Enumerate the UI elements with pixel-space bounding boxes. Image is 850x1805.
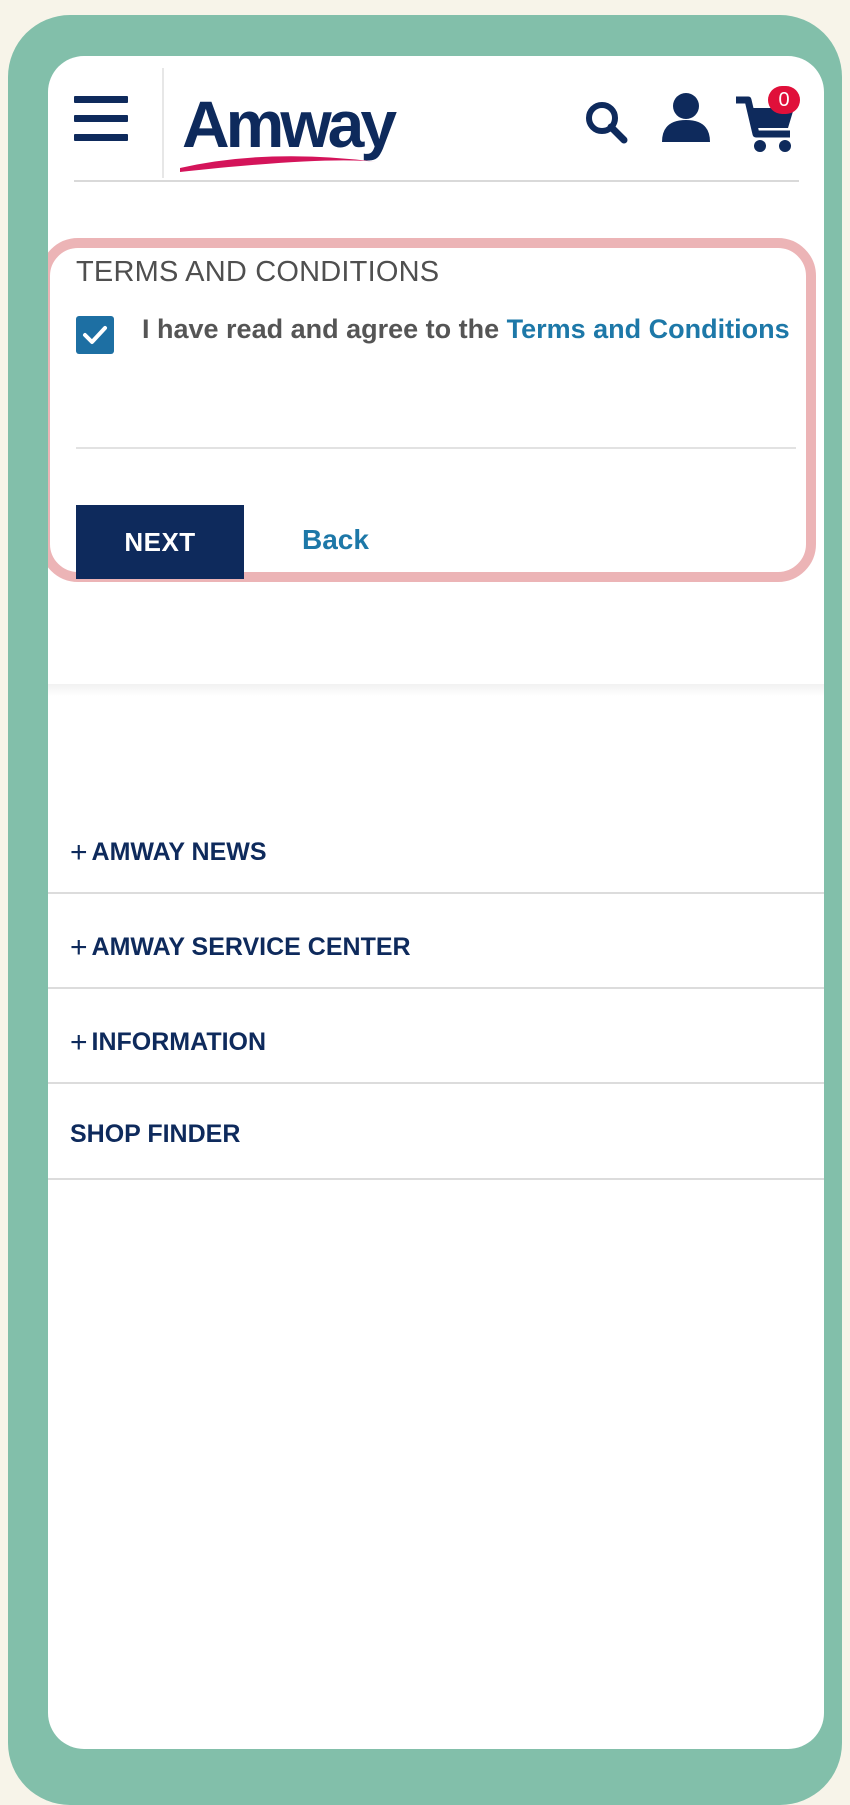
terms-checkbox[interactable] (76, 316, 114, 354)
footer-item-text: AMWAY NEWS (91, 838, 267, 866)
next-button[interactable]: NEXT (76, 505, 244, 579)
footer-item-shop-finder[interactable]: SHOP FINDER (48, 1086, 824, 1180)
cart-count-badge: 0 (768, 86, 800, 114)
plus-icon: + (70, 1026, 88, 1059)
footer-top-shadow (48, 684, 824, 696)
footer-item-label: + AMWAY SERVICE CENTER (70, 929, 411, 964)
checkmark-icon (83, 326, 107, 344)
footer-item-label: SHOP FINDER (70, 1120, 240, 1149)
agree-text: I have read and agree to the (142, 314, 507, 344)
footer-item-text: INFORMATION (91, 1028, 267, 1056)
footer-item-text: AMWAY SERVICE CENTER (91, 933, 411, 961)
terms-link[interactable]: Terms and Conditions (507, 314, 790, 344)
plus-icon: + (70, 836, 88, 869)
site-header: Amway 0 (48, 56, 824, 182)
back-link[interactable]: Back (302, 524, 369, 556)
header-underline (74, 180, 799, 182)
footer-item-text: SHOP FINDER (70, 1120, 241, 1148)
account-icon[interactable] (660, 92, 712, 144)
footer-item-information[interactable]: + INFORMATION (48, 990, 824, 1084)
footer-item-amway-news[interactable]: + AMWAY NEWS (48, 800, 824, 894)
header-divider (162, 68, 164, 178)
agree-statement: I have read and agree to the Terms and C… (142, 314, 790, 345)
footer-item-label: + INFORMATION (70, 1024, 267, 1059)
terms-title: TERMS AND CONDITIONS (76, 256, 440, 288)
footer-item-amway-service-center[interactable]: + AMWAY SERVICE CENTER (48, 895, 824, 989)
footer-item-label: + AMWAY NEWS (70, 834, 267, 869)
plus-icon: + (70, 931, 88, 964)
amway-logo[interactable]: Amway (178, 86, 418, 176)
phone-screen: Amway 0 TERMS AND CONDITIONS I have read… (48, 56, 824, 1749)
logo-swoosh (180, 156, 378, 172)
terms-divider (76, 447, 796, 449)
search-icon[interactable] (584, 100, 628, 144)
menu-icon[interactable] (74, 96, 128, 142)
